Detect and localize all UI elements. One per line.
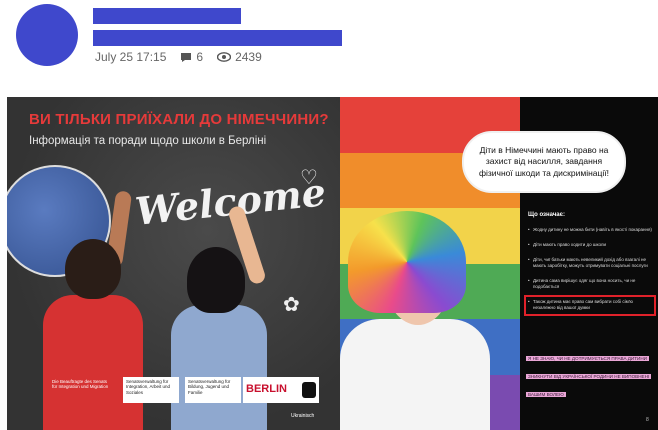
- language-label: Ukrainisch: [291, 413, 315, 419]
- flower-icon: ✿: [283, 294, 300, 316]
- highlighted-list-item: Також дитина має право сам вибрати собі …: [524, 295, 656, 316]
- berlin-bear-icon: [302, 382, 316, 398]
- comments-value: 6: [196, 50, 204, 64]
- views-value: 2439: [235, 50, 262, 64]
- cover-title: ВИ ТІЛЬКИ ПРИЇХАЛИ ДО НІМЕЧЧИНИ?: [29, 111, 329, 128]
- berlin-wordmark: BERLIN: [246, 383, 287, 396]
- avatar[interactable]: [16, 4, 78, 66]
- eye-icon: [217, 52, 232, 62]
- post-header: July 25 17:15 6 2439: [0, 0, 658, 96]
- comments-count[interactable]: 6: [180, 50, 203, 64]
- info-heading: Що означає:: [528, 212, 565, 218]
- brochure-page[interactable]: Діти в Німеччині мають право на захист в…: [340, 97, 658, 430]
- pink-annotation-text: Я НЕ ЗНАЮ, ЧИ НЕ ДОТРИМУЄТЬСЯ ПРАВА ДИТИ…: [526, 356, 652, 397]
- redacted-post-title: [93, 30, 342, 46]
- footer-org-labour: Senatsverwaltung für Integration, Arbeit…: [123, 377, 179, 403]
- list-item: Дитина сама вирішує одяг що вона носить,…: [528, 278, 652, 290]
- post-date: July 25 17:15: [95, 50, 167, 64]
- speech-bubble: Діти в Німеччині мають право на захист в…: [462, 131, 626, 193]
- cover-subtitle: Інформація та поради щодо школи в Берлін…: [29, 135, 267, 147]
- heart-icon: ♡: [300, 167, 318, 189]
- views-count: 2439: [217, 50, 262, 64]
- list-item: Діти, чиї батьки мають невеликий дохід а…: [528, 257, 652, 269]
- page-number: 8: [646, 417, 649, 423]
- list-item: Жодну дитину не можна бити (навіть в яко…: [528, 227, 652, 233]
- footer-org-education: Senatsverwaltung für Bildung, Jugend und…: [185, 377, 241, 403]
- brochure-cover[interactable]: ВИ ТІЛЬКИ ПРИЇХАЛИ ДО НІМЕЧЧИНИ? Інформа…: [7, 97, 340, 430]
- child-portrait: [340, 209, 490, 430]
- post-meta: July 25 17:15 6 2439: [95, 50, 276, 64]
- comment-icon: [181, 52, 192, 62]
- berlin-logo: BERLIN: [243, 377, 319, 403]
- info-list: Жодну дитину не можна бити (навіть в яко…: [524, 227, 656, 321]
- pink-annotation: Я НЕ ЗНАЮ, ЧИ НЕ ДОТРИМУЄТЬСЯ ПРАВА ДИТИ…: [526, 347, 652, 401]
- footer-org-integration: Die Beauftragte des Senats für Integrati…: [52, 379, 109, 390]
- redacted-author-name: [93, 8, 241, 24]
- post-image-pair[interactable]: ВИ ТІЛЬКИ ПРИЇХАЛИ ДО НІМЕЧЧИНИ? Інформа…: [7, 97, 658, 430]
- list-item: Діти мають право ходити до школи: [528, 242, 652, 248]
